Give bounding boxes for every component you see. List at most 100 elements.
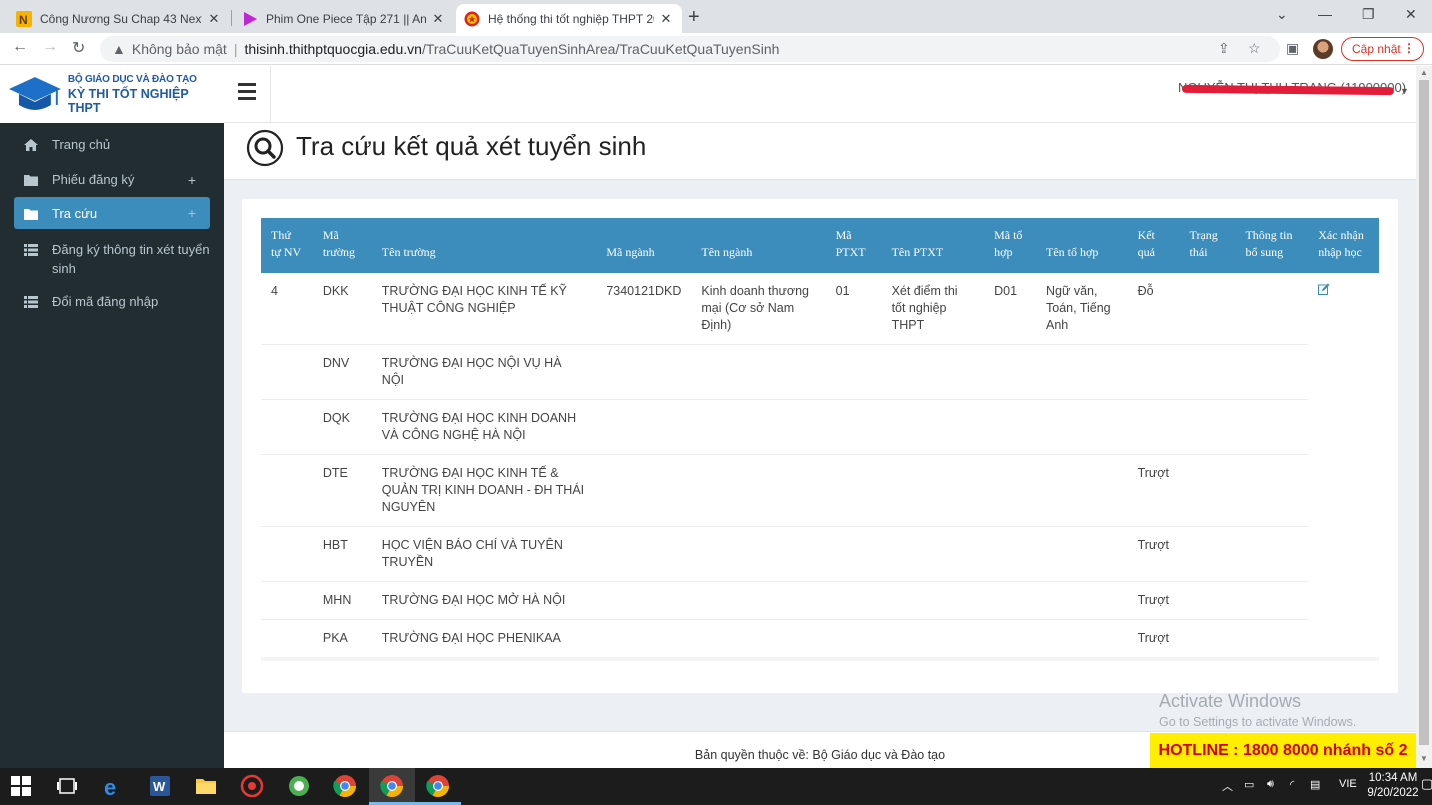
column-header[interactable]: Tên tổ hợp — [1036, 218, 1128, 273]
page-scrollbar[interactable]: ▲ ▼ — [1416, 66, 1432, 768]
forward-arrow-icon[interactable]: → — [42, 38, 58, 56]
cell-ten-nganh — [691, 344, 826, 400]
recorder-app-icon[interactable] — [240, 774, 264, 798]
column-header[interactable]: Kết quả — [1127, 218, 1180, 273]
sidebar-item-lookup[interactable]: Tra cứu + — [14, 197, 210, 229]
task-view-icon[interactable] — [57, 776, 77, 796]
cell-ten-ptxt — [881, 619, 985, 661]
menu-dots-icon[interactable]: ⋮ — [1403, 41, 1415, 55]
column-header[interactable]: Mã tổ hợp — [984, 218, 1036, 273]
reload-icon[interactable]: ↻ — [72, 38, 85, 58]
column-header[interactable]: Xác nhận nhập học — [1308, 218, 1379, 273]
bookmark-star-icon[interactable]: ☆ — [1248, 40, 1261, 57]
edge-browser-icon[interactable]: e — [102, 774, 126, 798]
language-indicator[interactable]: VIE — [1339, 778, 1357, 790]
browser-toolbar: ← → ↻ ▲ Không bảo mật | thisinh.thithptq… — [0, 33, 1432, 65]
profile-avatar[interactable] — [1313, 39, 1333, 59]
wifi-icon[interactable]: ◜ — [1290, 778, 1294, 791]
sidebar-item-registration[interactable]: Phiếu đăng ký + — [14, 172, 210, 188]
results-card: Thứ tự NV Mã trường Tên trường Mã ngành … — [242, 199, 1398, 693]
hotline-banner[interactable]: HOTLINE : 1800 8000 nhánh số 2 — [1150, 733, 1416, 768]
scroll-down-arrow-icon[interactable]: ▼ — [1420, 754, 1428, 763]
column-header[interactable]: Tên PTXT — [881, 218, 985, 273]
table-row: PKA TRƯỜNG ĐẠI HỌC PHENIKAA Trượt — [261, 619, 1379, 661]
cell-ma-ptxt — [825, 581, 882, 620]
cell-ten-truong: TRƯỜNG ĐẠI HỌC PHENIKAA — [371, 619, 597, 661]
tab-search-icon[interactable]: ⌄ — [1276, 6, 1288, 23]
scroll-up-arrow-icon[interactable]: ▲ — [1420, 68, 1428, 77]
column-header[interactable]: Mã PTXT — [825, 218, 882, 273]
cell-ma-truong: MHN — [312, 581, 372, 620]
cell-ma-to-hop — [984, 526, 1036, 582]
cell-ten-nganh — [691, 399, 826, 455]
address-bar[interactable]: ▲ Không bảo mật | thisinh.thithptquocgia… — [100, 36, 1280, 62]
clock-time: 10:34 AM — [1368, 772, 1418, 784]
column-header[interactable]: Trạng thái — [1179, 218, 1236, 273]
cell-ten-truong: TRƯỜNG ĐẠI HỌC KINH TẾ & QUẢN TRỊ KINH D… — [371, 454, 597, 527]
main-content: Tra cứu kết quả xét tuyển sinh Thứ tự NV… — [224, 123, 1416, 731]
cell-ma-ptxt — [825, 526, 882, 582]
system-clock[interactable]: 10:34 AM 9/20/2022 — [1366, 771, 1420, 801]
cell-ma-truong: HBT — [312, 526, 372, 582]
cell-thong-tin — [1235, 454, 1309, 527]
chrome-profile-icon[interactable] — [380, 774, 404, 798]
site-logo[interactable]: BỘ GIÁO DỤC VÀ ĐÀO TẠO KỲ THI TỐT NGHIỆP… — [0, 66, 224, 123]
edit-icon[interactable] — [1318, 283, 1330, 295]
warning-triangle-icon[interactable]: ▲ — [112, 41, 126, 57]
cell-ten-nganh — [691, 454, 826, 527]
sidebar-item-change-password[interactable]: Đổi mã đăng nhập — [14, 294, 210, 309]
chevron-down-icon[interactable]: ▼ — [1400, 86, 1409, 96]
close-tab-icon[interactable]: ✕ — [430, 11, 446, 27]
expand-plus-icon[interactable]: + — [188, 172, 196, 188]
tray-app-icon[interactable]: ▭ — [1244, 778, 1254, 791]
browser-tab-active[interactable]: Hệ thống thi tốt nghiệp THPT 20 ✕ — [456, 4, 682, 33]
hamburger-menu-icon[interactable] — [238, 83, 256, 104]
column-header[interactable]: Thông tin bổ sung — [1235, 218, 1309, 273]
cell-ten-ptxt — [881, 526, 985, 582]
column-header[interactable]: Mã ngành — [596, 218, 692, 273]
cell-trang-thai — [1179, 581, 1236, 620]
chrome-profile-icon[interactable] — [426, 774, 450, 798]
cell-ma-nganh — [596, 454, 692, 527]
cell-ket-qua: Trượt — [1127, 526, 1180, 582]
cell-ten-ptxt — [881, 399, 985, 455]
minimize-button[interactable]: — — [1318, 6, 1332, 22]
close-tab-icon[interactable]: ✕ — [206, 11, 222, 27]
tray-chevron-up-icon[interactable]: ︿ — [1222, 778, 1233, 794]
notifications-icon[interactable]: ▢ — [1421, 776, 1432, 792]
list-icon — [24, 296, 38, 308]
browser-tab[interactable]: Phim One Piece Tập 271 || Anime ✕ — [234, 4, 454, 33]
column-header[interactable]: Thứ tự NV — [261, 218, 313, 273]
browser-tab[interactable]: N Công Nương Su Chap 43 Next Ch ✕ — [8, 4, 230, 33]
word-icon[interactable]: W — [148, 774, 172, 798]
chrome-icon[interactable] — [333, 774, 357, 798]
windows-start-icon[interactable] — [11, 776, 31, 796]
cell-ten-ptxt — [881, 454, 985, 527]
window-close-button[interactable]: ✕ — [1405, 6, 1417, 23]
close-tab-icon[interactable]: ✕ — [658, 11, 674, 27]
svg-text:N: N — [19, 13, 28, 27]
file-explorer-icon[interactable] — [194, 774, 218, 798]
keyboard-icon[interactable]: ▤ — [1310, 778, 1320, 791]
sidebar-item-admission-info[interactable]: Đăng ký thông tin xét tuyển sinh — [14, 240, 210, 278]
results-table: Thứ tự NV Mã trường Tên trường Mã ngành … — [261, 218, 1379, 661]
new-tab-button[interactable]: + — [688, 6, 700, 29]
sidebar-item-label: Tra cứu — [52, 205, 98, 221]
unikey-app-icon[interactable] — [287, 774, 311, 798]
scrollbar-thumb[interactable] — [1419, 80, 1429, 745]
update-label: Cập nhật — [1352, 42, 1401, 56]
share-icon[interactable]: ⇪ — [1218, 40, 1230, 57]
expand-plus-icon[interactable]: + — [188, 205, 196, 221]
volume-icon[interactable]: 🔊︎ — [1267, 778, 1274, 791]
maximize-button[interactable]: ❐ — [1362, 6, 1375, 23]
column-header[interactable]: Mã trường — [312, 218, 372, 273]
column-header[interactable]: Tên ngành — [691, 218, 826, 273]
url-path: /TraCuuKetQuaTuyenSinhArea/TraCuuKetQuaT… — [421, 41, 780, 57]
logo-line-1: BỘ GIÁO DỤC VÀ ĐÀO TẠO — [67, 74, 197, 85]
url-host: thisinh.thithptquocgia.edu.vn — [244, 41, 422, 57]
sidebar-item-home[interactable]: Trang chủ — [14, 137, 210, 152]
update-button[interactable]: Cập nhật ⋮ — [1341, 37, 1424, 61]
back-arrow-icon[interactable]: ← — [12, 38, 28, 56]
side-panel-icon[interactable]: ▣ — [1286, 40, 1299, 57]
column-header[interactable]: Tên trường — [371, 218, 597, 273]
